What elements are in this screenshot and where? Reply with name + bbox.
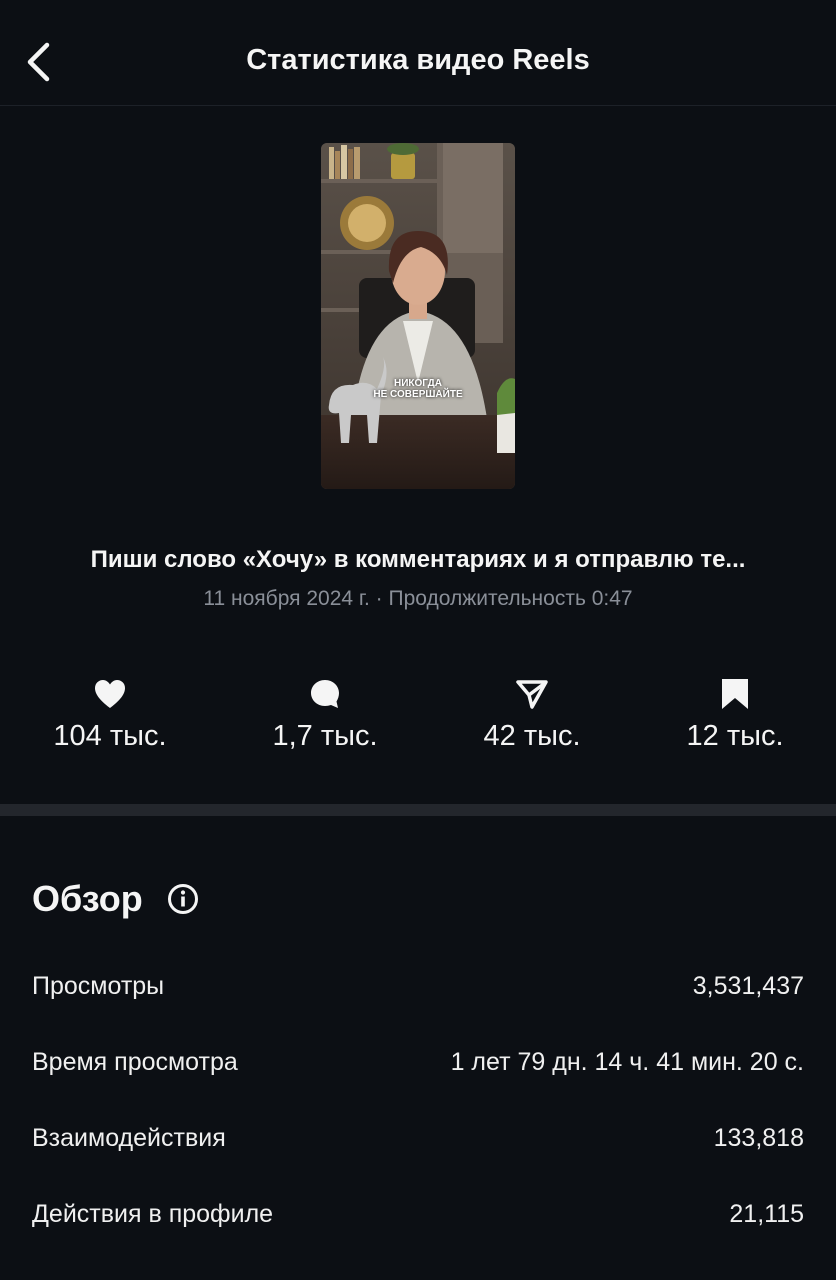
top-bar: Статистика видео Reels bbox=[0, 0, 836, 106]
heart-icon bbox=[95, 680, 125, 708]
stat-row-views: Просмотры 3,531,437 bbox=[32, 966, 804, 1006]
stat-value: 3,531,437 bbox=[692, 971, 804, 1000]
shares-metric: 42 тыс. bbox=[432, 676, 632, 753]
saves-metric: 12 тыс. bbox=[635, 676, 835, 753]
comments-count: 1,7 тыс. bbox=[272, 720, 378, 752]
overview-title: Обзор bbox=[32, 878, 143, 919]
shares-count: 42 тыс. bbox=[483, 720, 581, 752]
info-icon[interactable] bbox=[167, 883, 199, 915]
reel-meta: 11 ноября 2024 г. · Продолжительность 0:… bbox=[203, 587, 633, 610]
thumbnail-caption: НИКОГДА НЕ СОВЕРШАЙТЕ bbox=[321, 378, 515, 400]
page-title: Статистика видео Reels bbox=[246, 44, 590, 76]
saves-count: 12 тыс. bbox=[686, 720, 784, 752]
section-divider bbox=[0, 804, 836, 816]
stat-value: 1 лет 79 дн. 14 ч. 41 мин. 20 с. bbox=[450, 1047, 804, 1076]
comment-icon bbox=[311, 680, 339, 708]
stat-row-profile-actions: Действия в профиле 21,115 bbox=[32, 1194, 804, 1234]
stat-row-watch-time: Время просмотра 1 лет 79 дн. 14 ч. 41 ми… bbox=[32, 1042, 804, 1082]
stat-label: Действия в профиле bbox=[32, 1199, 274, 1228]
bookmark-icon bbox=[722, 679, 748, 709]
caption-line: НИКОГДА bbox=[393, 378, 443, 389]
comments-metric: 1,7 тыс. bbox=[225, 676, 425, 753]
thumbnail-image bbox=[321, 143, 515, 489]
likes-metric: 104 тыс. bbox=[10, 676, 210, 753]
reel-title: Пиши слово «Хочу» в комментариях и я отп… bbox=[90, 546, 746, 573]
stat-value: 133,818 bbox=[713, 1123, 804, 1152]
stat-label: Взаимодействия bbox=[32, 1123, 226, 1152]
reel-thumbnail[interactable]: НИКОГДА НЕ СОВЕРШАЙТЕ bbox=[321, 143, 515, 489]
send-icon bbox=[516, 680, 548, 709]
stat-label: Время просмотра bbox=[32, 1047, 238, 1076]
stat-row-interactions: Взаимодействия 133,818 bbox=[32, 1118, 804, 1158]
stat-value: 21,115 bbox=[729, 1199, 804, 1228]
caption-line: НЕ СОВЕРШАЙТЕ bbox=[373, 389, 463, 400]
likes-count: 104 тыс. bbox=[53, 720, 167, 752]
stat-label: Просмотры bbox=[32, 971, 165, 1000]
